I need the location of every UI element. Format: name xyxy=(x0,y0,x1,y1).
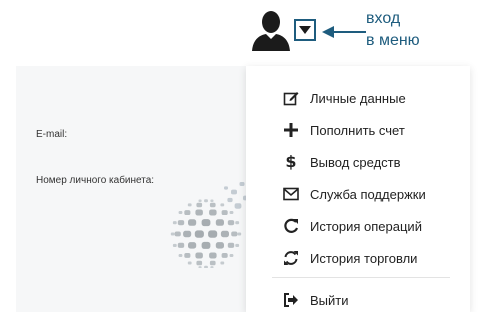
menu-item-label: История торговли xyxy=(310,250,418,266)
globe-particle xyxy=(231,189,237,195)
menu-item-withdraw[interactable]: $ Вывод средств xyxy=(282,150,462,174)
globe-dot xyxy=(172,243,177,247)
menu-divider xyxy=(272,277,450,278)
globe-particle xyxy=(224,186,228,190)
globe-dot xyxy=(229,254,234,257)
globe-dot xyxy=(178,211,183,214)
email-label: E-mail: xyxy=(36,129,68,140)
redo-icon xyxy=(282,217,300,235)
menu-item-top-up[interactable]: Пополнить счет xyxy=(282,118,462,142)
globe-particle xyxy=(227,197,233,203)
globe-dot xyxy=(209,202,216,208)
globe-dot xyxy=(195,252,203,259)
left-gutter xyxy=(0,66,17,312)
globe-dot xyxy=(198,199,202,202)
annotation-arrow xyxy=(322,26,366,38)
globe-dot xyxy=(201,241,211,249)
globe-dot xyxy=(174,231,181,237)
globe-dot xyxy=(188,219,197,226)
globe-dot xyxy=(204,265,208,268)
globe-dot xyxy=(220,261,225,265)
sign-out-icon xyxy=(282,291,300,309)
avatar[interactable] xyxy=(251,9,291,51)
globe-dot xyxy=(208,230,218,238)
globe-dot xyxy=(237,232,242,236)
menu-item-operations-history[interactable]: История операций xyxy=(282,214,462,238)
edit-icon xyxy=(282,89,300,107)
globe-dot xyxy=(184,253,191,258)
annotation-text: вход в меню xyxy=(366,8,476,52)
globe-dot xyxy=(227,220,235,226)
refresh-icon xyxy=(282,249,300,267)
globe-dot xyxy=(183,230,192,238)
globe-dot xyxy=(194,230,204,238)
menu-dropdown-toggle[interactable] xyxy=(294,19,316,41)
globe-dot xyxy=(204,199,208,203)
plus-icon xyxy=(282,121,300,139)
globe-dot xyxy=(235,221,240,225)
globe-dot xyxy=(209,260,216,266)
globe-dot xyxy=(220,203,225,207)
user-dropdown-menu: Личные данные Пополнить счет $ Вывод сре… xyxy=(246,66,470,312)
menu-item-label: Личные данные xyxy=(310,90,406,106)
menu-item-label: Служба поддержки xyxy=(310,186,426,202)
globe-dot xyxy=(231,231,238,237)
globe-dot xyxy=(170,232,175,236)
envelope-icon xyxy=(282,185,300,203)
globe-dot xyxy=(227,242,235,248)
dollar-icon: $ xyxy=(285,152,297,171)
menu-item-personal-data[interactable]: Личные данные xyxy=(282,86,462,110)
globe-dot xyxy=(188,242,197,249)
globe-dot xyxy=(195,209,203,216)
annotation-line-1: вход xyxy=(366,10,401,27)
globe-dot xyxy=(221,210,228,215)
globe-dot xyxy=(221,253,228,258)
globe-dot xyxy=(177,242,185,248)
profile-panel: E-mail: Номер личного кабинета: xyxy=(16,66,264,312)
globe-dot xyxy=(229,211,234,214)
globe-dot xyxy=(201,219,211,227)
annotation-line-2: в меню xyxy=(366,32,420,49)
globe-dot xyxy=(220,230,229,238)
menu-item-label: Выйти xyxy=(310,292,349,308)
globe-particle xyxy=(234,203,242,209)
globe-dot xyxy=(178,254,183,257)
globe-dot xyxy=(187,203,192,207)
globe-dot xyxy=(215,242,224,249)
globe-dot xyxy=(209,209,217,216)
menu-item-label: История операций xyxy=(310,218,422,234)
globe-dot xyxy=(210,266,214,268)
menu-item-label: Пополнить счет xyxy=(310,122,405,138)
user-silhouette-icon xyxy=(252,11,290,51)
account-number-label: Номер личного кабинета: xyxy=(36,175,155,186)
globe-dot xyxy=(196,202,203,208)
top-bar: вход в меню xyxy=(0,0,484,67)
globe-particle xyxy=(239,182,245,186)
caret-down-icon xyxy=(299,26,311,34)
menu-item-trading-history[interactable]: История торговли xyxy=(282,246,462,270)
globe-dot xyxy=(196,260,203,266)
globe-dot xyxy=(215,219,224,226)
globe-dot xyxy=(187,261,192,265)
globe-dot xyxy=(210,199,214,202)
globe-dot xyxy=(209,252,217,259)
menu-item-logout[interactable]: Выйти xyxy=(282,288,462,312)
globe-dot xyxy=(177,220,185,226)
globe-dot xyxy=(184,210,191,215)
menu-item-label: Вывод средств xyxy=(310,154,401,170)
right-edge xyxy=(470,66,484,312)
menu-item-support[interactable]: Служба поддержки xyxy=(282,182,462,206)
globe-dot xyxy=(235,243,240,247)
globe-dot xyxy=(172,221,177,225)
globe-dot xyxy=(198,266,202,268)
